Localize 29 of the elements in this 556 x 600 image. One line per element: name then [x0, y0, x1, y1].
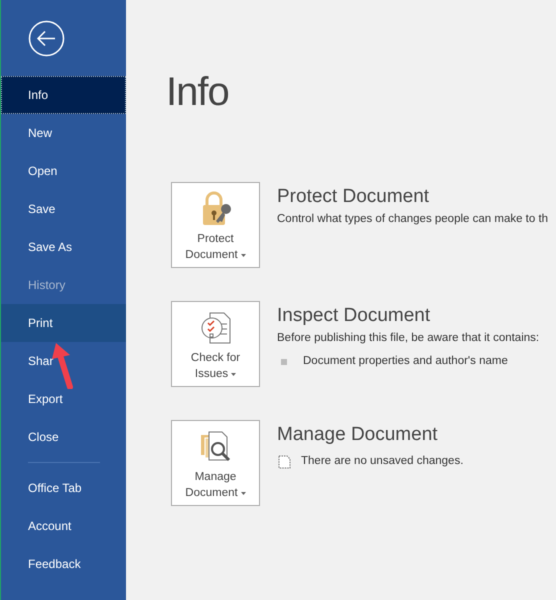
- section-button[interactable]: Manage Document: [171, 420, 260, 506]
- menu-item[interactable]: Print: [1, 304, 126, 342]
- menu-item[interactable]: Close: [1, 418, 126, 456]
- section-button[interactable]: Check for Issues: [171, 301, 260, 387]
- page-title: Info: [166, 69, 230, 116]
- caret-icon: [231, 372, 236, 376]
- menu-item[interactable]: Save As: [1, 228, 126, 266]
- section-title: Manage Document: [277, 423, 439, 447]
- caret-icon: [240, 492, 246, 494]
- menu-item[interactable]: New: [1, 114, 126, 152]
- section-button[interactable]: Protect Document: [171, 182, 260, 268]
- menu-item[interactable]: Office Tab: [1, 469, 126, 507]
- menu-item[interactable]: Export: [1, 380, 126, 418]
- document-icon: [277, 454, 291, 469]
- bullet-icon: [281, 358, 287, 365]
- menu-item[interactable]: Shar: [1, 342, 126, 380]
- caret-icon: [240, 254, 246, 256]
- note-text: There are no unsaved changes.: [301, 454, 464, 469]
- section-description: Control what types of changes people can make to th: [277, 212, 548, 227]
- menu-item[interactable]: Feedback: [1, 545, 126, 583]
- back-icon[interactable]: [28, 20, 65, 56]
- menu-item[interactable]: Open: [1, 152, 126, 190]
- bullet-text: Document properties and author's name: [303, 354, 508, 370]
- section-description: Before publishing this file, be aware that it contains:: [277, 331, 540, 346]
- section-title: Inspect Document: [277, 304, 432, 328]
- menu-item[interactable]: Save: [1, 190, 126, 228]
- menu-item[interactable]: Info: [1, 76, 126, 114]
- menu-item[interactable]: Account: [1, 507, 126, 545]
- section-title: Protect Document: [277, 185, 430, 209]
